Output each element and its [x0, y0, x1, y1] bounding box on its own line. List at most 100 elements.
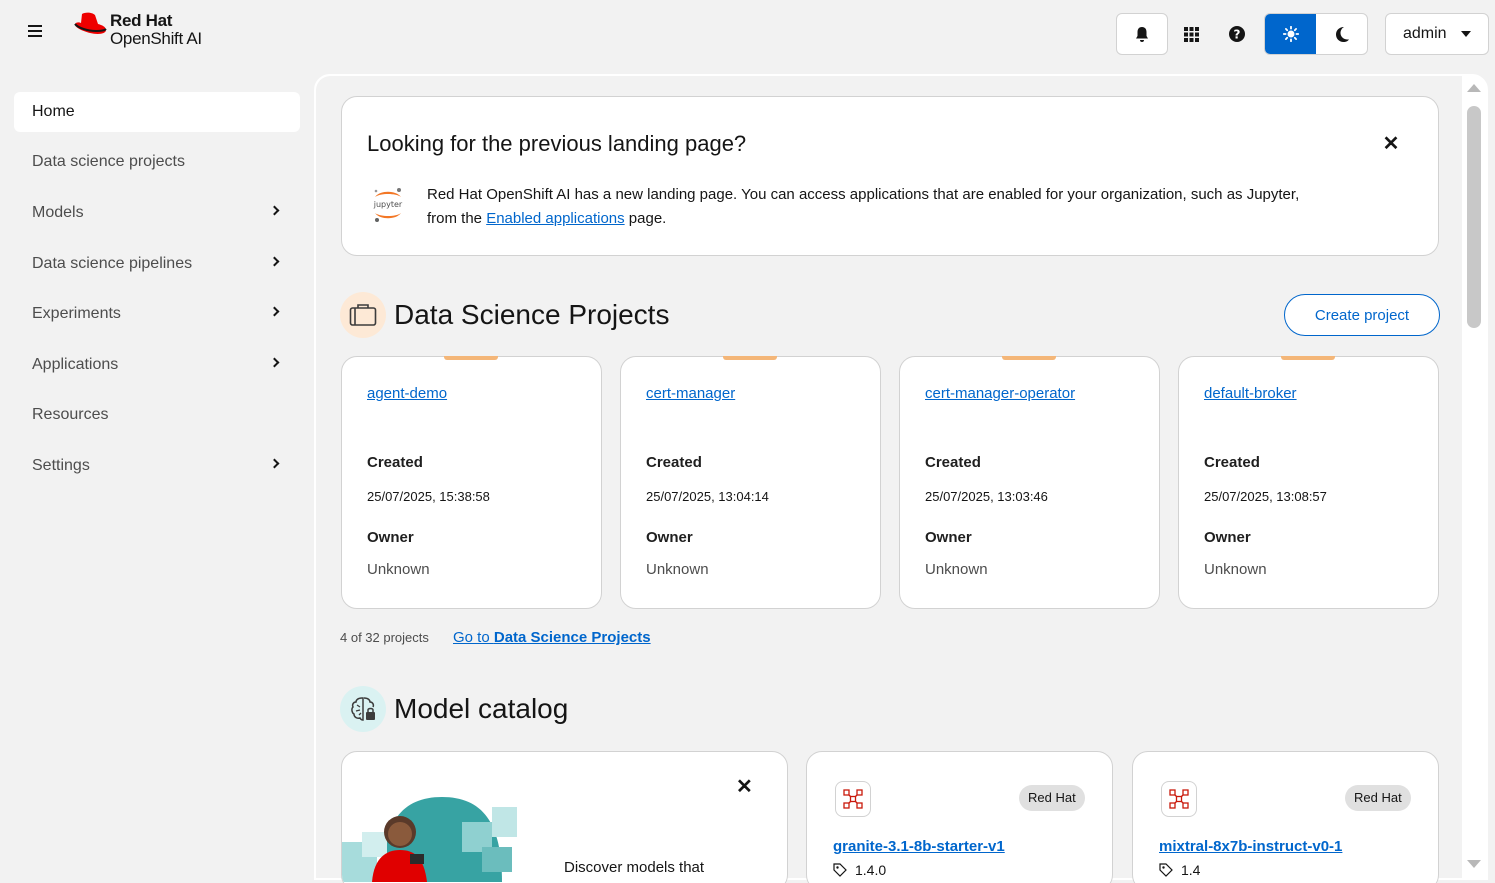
dark-theme-button[interactable] — [1316, 14, 1367, 54]
close-icon[interactable]: ✕ — [1379, 133, 1403, 157]
project-card: cert-manager-operator Created 25/07/2025… — [899, 356, 1160, 609]
project-link[interactable]: agent-demo — [367, 385, 447, 402]
model-name-link[interactable]: granite-3.1-8b-starter-v1 — [833, 838, 1005, 855]
project-card: default-broker Created 25/07/2025, 13:08… — [1178, 356, 1439, 609]
created-value: 25/07/2025, 13:03:46 — [925, 489, 1048, 504]
project-link[interactable]: cert-manager-operator — [925, 385, 1075, 402]
projects-section-icon — [340, 292, 386, 338]
sidebar-nav: Home Data science projects Models Data s… — [0, 68, 314, 883]
svg-text:?: ? — [1234, 28, 1241, 42]
provider-badge: Red Hat — [1019, 785, 1085, 811]
project-card: agent-demo Created 25/07/2025, 15:38:58 … — [341, 356, 602, 609]
catalog-section-title: Model catalog — [394, 693, 569, 724]
sidebar-item-label: Settings — [32, 457, 90, 474]
sidebar-item-label: Applications — [32, 356, 119, 373]
light-theme-button[interactable] — [1265, 14, 1316, 54]
close-icon[interactable]: ✕ — [736, 774, 753, 799]
sidebar-item-resources[interactable]: Resources — [14, 395, 300, 435]
go-to-prefix: Go to — [453, 629, 494, 646]
notifications-button[interactable] — [1116, 13, 1168, 55]
created-value: 25/07/2025, 13:08:57 — [1204, 489, 1327, 504]
provider-badge: Red Hat — [1345, 785, 1411, 811]
scrollbar[interactable] — [1461, 78, 1487, 878]
username: admin — [1403, 25, 1447, 42]
project-card-accent — [1281, 356, 1335, 360]
scrollbar-thumb[interactable] — [1467, 106, 1481, 328]
created-label: Created — [367, 454, 423, 471]
header-toolbar: ? — [1116, 13, 1368, 55]
masthead: Red Hat OpenShift AI ? admin — [0, 0, 1495, 68]
chevron-right-icon — [269, 256, 280, 267]
model-version-value: 1.4.0 — [855, 862, 887, 878]
red-hat-logo-icon — [74, 12, 107, 34]
sidebar-item-label: Experiments — [32, 305, 121, 322]
sidebar-item-settings[interactable]: Settings — [14, 446, 300, 486]
bell-icon — [1136, 26, 1148, 42]
catalog-illustration — [342, 797, 517, 882]
briefcase-icon — [349, 304, 377, 326]
project-link[interactable]: cert-manager — [646, 385, 735, 402]
model-version: 1.4.0 — [833, 862, 886, 878]
apps-launcher-button[interactable] — [1168, 13, 1214, 55]
sidebar-item-label: Resources — [32, 406, 109, 423]
apps-grid-icon — [1183, 26, 1199, 42]
notice-body: Red Hat OpenShift AI has a new landing p… — [427, 183, 1327, 231]
owner-value: Unknown — [1204, 561, 1267, 578]
enabled-applications-link[interactable]: Enabled applications — [486, 210, 624, 227]
notice-body-text-end: page. — [624, 210, 667, 227]
project-card-accent — [723, 356, 777, 360]
model-name-link[interactable]: mixtral-8x7b-instruct-v0-1 — [1159, 838, 1342, 855]
owner-value: Unknown — [367, 561, 430, 578]
scroll-down-arrow-icon[interactable] — [1467, 860, 1481, 868]
moon-icon — [1335, 26, 1349, 42]
owner-label: Owner — [925, 529, 972, 546]
project-link[interactable]: default-broker — [1204, 385, 1297, 402]
project-card: cert-manager Created 25/07/2025, 13:04:1… — [620, 356, 881, 609]
model-icon — [1161, 781, 1197, 817]
sidebar-item-label: Data science projects — [32, 153, 185, 170]
model-card: Red Hat mixtral-8x7b-instruct-v0-1 1.4 — [1132, 751, 1439, 883]
sidebar-item-experiments[interactable]: Experiments — [14, 294, 300, 334]
help-button[interactable]: ? — [1214, 13, 1260, 55]
tag-icon — [1159, 863, 1173, 877]
created-value: 25/07/2025, 13:04:14 — [646, 489, 769, 504]
chevron-right-icon — [269, 306, 280, 317]
sidebar-item-models[interactable]: Models — [14, 193, 300, 233]
logo-brand: Red Hat — [110, 11, 173, 30]
user-menu-toggle[interactable]: admin — [1385, 13, 1489, 55]
sidebar-item-data-science-projects[interactable]: Data science projects — [14, 142, 300, 182]
hamburger-menu-icon[interactable] — [24, 22, 46, 44]
notice-title: Looking for the previous landing page? — [367, 131, 747, 156]
tag-icon — [833, 863, 847, 877]
sidebar-item-applications[interactable]: Applications — [14, 345, 300, 385]
sidebar-item-data-science-pipelines[interactable]: Data science pipelines — [14, 244, 300, 284]
sidebar-item-label: Models — [32, 204, 84, 221]
go-to-projects-link[interactable]: Go to Data Science Projects — [453, 629, 651, 646]
project-card-accent — [444, 356, 498, 360]
scroll-up-arrow-icon[interactable] — [1467, 84, 1481, 92]
model-network-icon — [843, 789, 863, 809]
catalog-section-icon — [340, 686, 386, 732]
created-label: Created — [1204, 454, 1260, 471]
sidebar-item-home[interactable]: Home — [14, 92, 300, 132]
owner-label: Owner — [367, 529, 414, 546]
model-version-value: 1.4 — [1181, 862, 1201, 878]
jupyter-icon-label: jupyter — [373, 200, 403, 209]
landing-page-notice: Looking for the previous landing page? ✕… — [341, 96, 1439, 256]
logo[interactable]: Red Hat OpenShift AI — [72, 12, 202, 48]
caret-down-icon — [1460, 31, 1471, 37]
go-to-target: Data Science Projects — [493, 629, 651, 646]
created-label: Created — [925, 454, 981, 471]
theme-toggle — [1264, 13, 1368, 55]
chevron-right-icon — [269, 357, 280, 368]
projects-section-title: Data Science Projects — [394, 299, 670, 330]
owner-value: Unknown — [646, 561, 709, 578]
model-network-icon — [1169, 789, 1189, 809]
model-card: Red Hat granite-3.1-8b-starter-v1 1.4.0 — [806, 751, 1113, 883]
create-project-button[interactable]: Create project — [1284, 294, 1440, 336]
help-icon: ? — [1229, 26, 1245, 42]
owner-label: Owner — [646, 529, 693, 546]
created-label: Created — [646, 454, 702, 471]
catalog-promo-card: ✕ Discover models that — [341, 751, 788, 883]
chevron-right-icon — [269, 205, 280, 216]
